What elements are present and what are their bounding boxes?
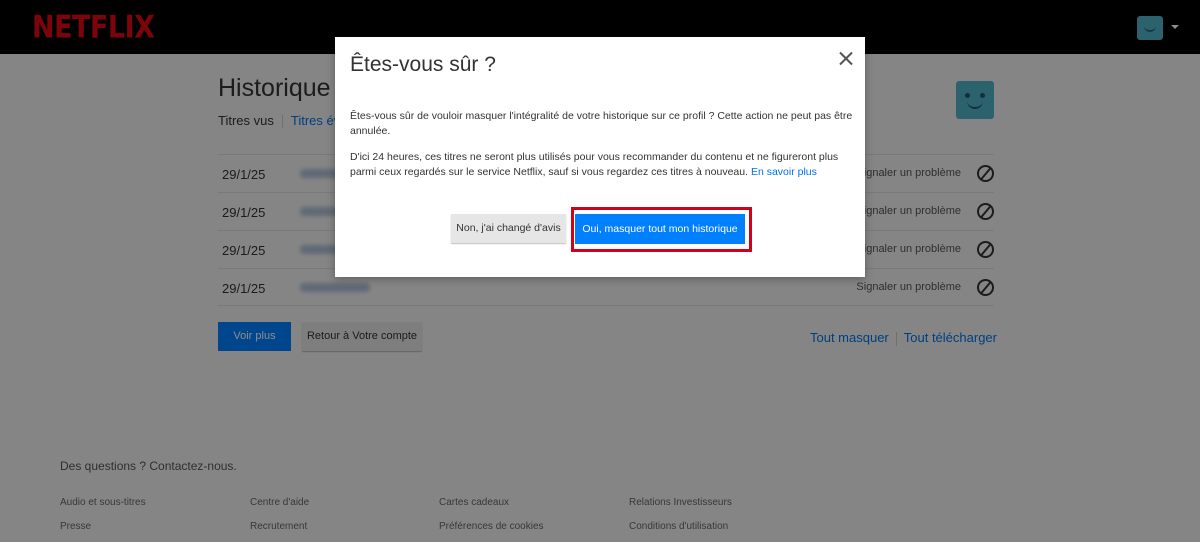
dialog-warning-text: Êtes-vous sûr de vouloir masquer l'intég…: [350, 110, 853, 137]
close-icon[interactable]: [836, 49, 856, 69]
confirm-hide-all-button[interactable]: Oui, masquer tout mon historique: [575, 214, 745, 244]
dialog-info-text: D'ici 24 heures, ces titres ne seront pl…: [350, 150, 855, 180]
cancel-button[interactable]: Non, j'ai changé d'avis: [451, 214, 566, 243]
confirm-hide-dialog: Êtes-vous sûr ? Êtes-vous sûr de vouloir…: [335, 37, 865, 277]
learn-more-link[interactable]: En savoir plus: [751, 166, 817, 178]
dialog-title: Êtes-vous sûr ?: [350, 53, 496, 76]
